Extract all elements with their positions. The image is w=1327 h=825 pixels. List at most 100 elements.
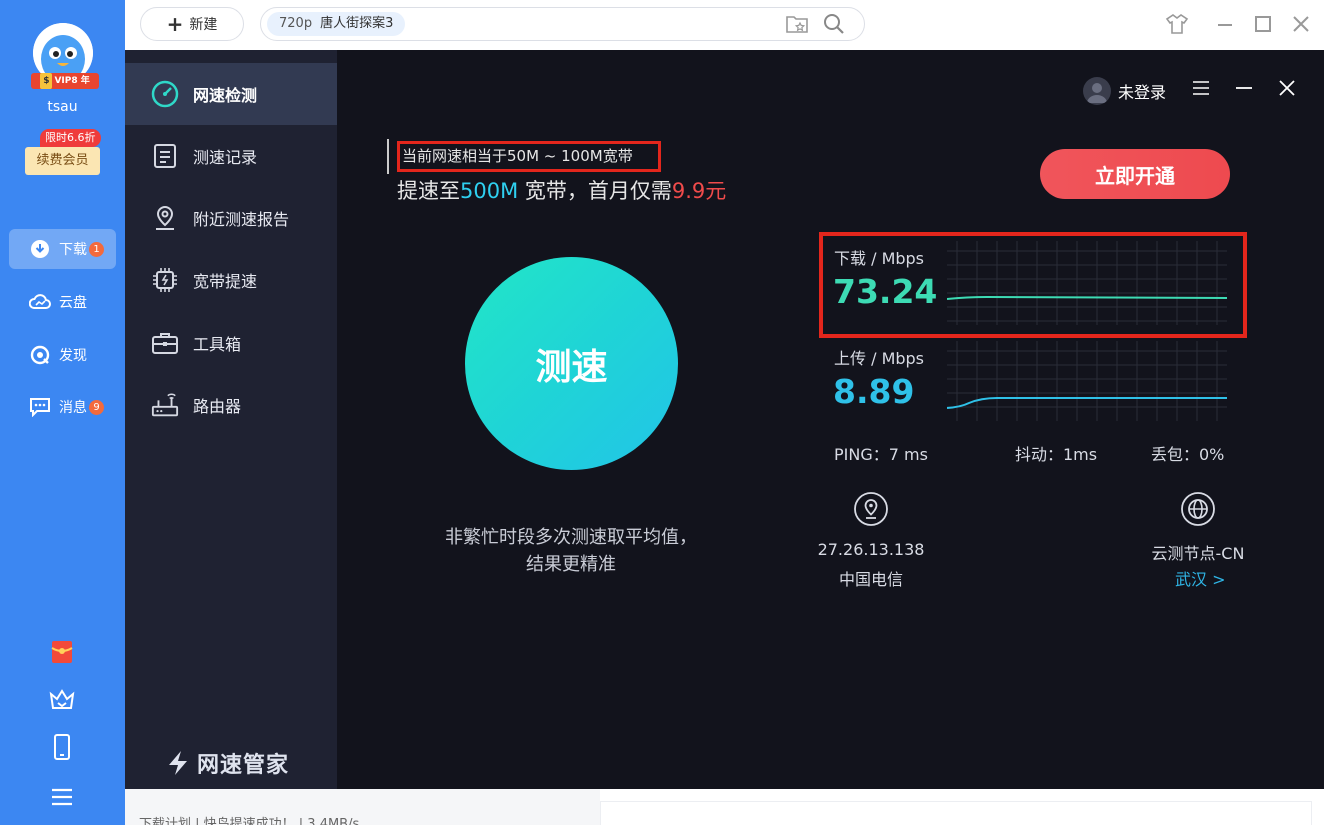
location-icon — [151, 204, 179, 232]
download-icon — [29, 238, 51, 260]
panel-minimize-icon[interactable] — [1232, 76, 1256, 100]
globe-icon — [1180, 491, 1216, 527]
minimize-icon[interactable] — [1213, 12, 1237, 36]
top-toolbar: + 新建 720p 唐人街探案3 — [125, 0, 1327, 50]
download-label: 下载 / Mbps — [834, 249, 925, 268]
ping-stat: PING：7 ms — [834, 445, 928, 464]
location-pin-icon — [853, 491, 889, 527]
upload-speed-chart — [947, 341, 1227, 421]
panel-menu-icon[interactable] — [1189, 76, 1213, 100]
promo-speed: 500M — [460, 179, 519, 203]
jitter-stat: 抖动：1ms — [1015, 445, 1098, 464]
toolbox-icon — [151, 329, 179, 357]
record-icon — [151, 142, 179, 170]
folder-star-icon[interactable] — [785, 12, 809, 36]
ip-address: 27.26.13.138 — [817, 540, 925, 559]
menu-speed-test-label: 网速检测 — [193, 86, 258, 105]
nav-discover-label: 发现 — [59, 348, 87, 364]
nav-discover[interactable]: 发现 — [9, 335, 116, 375]
search-input[interactable]: 720p 唐人街探案3 — [260, 7, 865, 41]
router-icon — [151, 391, 179, 419]
menu-broadband-boost[interactable]: 宽带提速 — [125, 249, 337, 311]
download-status-text: 下载计划 | 快鸟提速成功！ | 3.4MB/s — [139, 817, 360, 825]
brand-lightning-icon — [169, 751, 187, 775]
download-list-area: 下载计划 | 快鸟提速成功！ | 3.4MB/s — [125, 789, 1327, 825]
upgrade-promo-text: 提速至500M 宽带，首月仅需9.9元 — [397, 175, 726, 205]
nav-download-label: 下载 — [59, 242, 87, 258]
upload-chart-grid — [947, 341, 1227, 421]
test-hint-text: 非繁忙时段多次测速取平均值，结果更精准 — [445, 527, 697, 575]
menu-toolbox-label: 工具箱 — [193, 335, 242, 354]
promo-prefix: 提速至 — [397, 179, 460, 203]
phone-icon[interactable] — [48, 733, 76, 761]
skin-icon[interactable] — [1165, 12, 1189, 36]
account-status[interactable]: 未登录 — [1083, 77, 1166, 105]
app-sidebar: $ VIP8 年 tsau 限时6.6折 续费会员 下载 1 云盘 发现 消息 9 — [0, 0, 125, 825]
nav-download[interactable]: 下载 1 — [9, 229, 116, 269]
start-speed-test-button[interactable]: 测速 — [465, 257, 678, 470]
username: tsau — [47, 99, 78, 115]
menu-nearby-report[interactable]: 附近测速报告 — [125, 187, 337, 249]
menu-speed-records[interactable]: 测速记录 — [125, 125, 337, 187]
user-avatar-placeholder-icon — [1083, 77, 1111, 105]
menu-toolbox[interactable]: 工具箱 — [125, 312, 337, 374]
panel-close-icon[interactable] — [1275, 76, 1299, 100]
menu-icon[interactable] — [48, 783, 76, 811]
crown-icon[interactable] — [48, 685, 76, 713]
download-count-badge: 1 — [89, 241, 104, 257]
isp-name: 中国电信 — [838, 570, 903, 589]
download-speed-line — [947, 295, 1227, 300]
discount-tag: 限时6.6折 — [40, 129, 101, 147]
new-task-label: 新建 — [189, 17, 218, 33]
brand-name: 网速管家 — [197, 753, 290, 778]
menu-speed-test[interactable]: 网速检测 — [125, 63, 337, 125]
test-node-name: 云测节点-CN — [1151, 544, 1245, 563]
message-count-badge: 9 — [89, 399, 104, 415]
nav-cloud-label: 云盘 — [59, 295, 87, 311]
upload-label: 上传 / Mbps — [834, 349, 925, 368]
plus-icon: + — [166, 12, 184, 36]
download-chart-grid — [947, 241, 1227, 325]
red-envelope-icon[interactable] — [48, 638, 76, 666]
test-node-city-link[interactable]: 武汉 > — [1175, 566, 1226, 590]
vip-s-icon: $ — [40, 73, 53, 89]
promo-mid: 宽带，首月仅需 — [524, 179, 672, 203]
upload-speed-value: 8.89 — [833, 372, 915, 411]
nav-cloud[interactable]: 云盘 — [9, 282, 116, 322]
new-task-button[interactable]: + 新建 — [140, 7, 244, 41]
search-suggestion-chip[interactable]: 720p 唐人街探案3 — [267, 12, 406, 36]
detail-pane — [600, 801, 1312, 825]
renew-membership-button[interactable]: 续费会员 — [25, 147, 100, 175]
speedometer-icon — [151, 80, 179, 108]
speed-test-panel: 网速检测 测速记录 附近测速报告 宽带提速 工具箱 路由器 网速管家 未登录 当… — [125, 50, 1324, 789]
packet-loss-stat: 丢包：0% — [1151, 445, 1225, 464]
menu-speed-records-label: 测速记录 — [193, 148, 258, 167]
speed-panel-menu: 网速检测 测速记录 附近测速报告 宽带提速 工具箱 路由器 网速管家 — [125, 50, 337, 789]
vip-year: 年 — [80, 76, 90, 86]
vip-badge: $ VIP8 年 — [31, 73, 99, 89]
search-query-text: 唐人街探案3 — [320, 16, 394, 31]
vip-level: VIP8 — [54, 76, 78, 86]
menu-router[interactable]: 路由器 — [125, 374, 337, 436]
nav-message-label: 消息 — [59, 400, 87, 416]
bandwidth-equivalent-text: 当前网速相当于50M ~ 100M宽带 — [397, 141, 661, 172]
cloud-icon — [29, 291, 51, 313]
search-icon[interactable] — [822, 12, 846, 36]
download-speed-chart — [947, 241, 1227, 325]
close-icon[interactable] — [1289, 12, 1313, 36]
nav-message[interactable]: 消息 9 — [9, 387, 116, 427]
chip-icon — [151, 266, 179, 294]
menu-nearby-report-label: 附近测速报告 — [193, 210, 290, 229]
login-status-label: 未登录 — [1118, 83, 1167, 102]
menu-router-label: 路由器 — [193, 397, 242, 416]
promo-price: 9.9元 — [671, 179, 727, 203]
download-status-bar: 下载计划 | 快鸟提速成功！ | 3.4MB/s — [125, 789, 600, 825]
brand-logo: 网速管家 — [165, 747, 289, 779]
maximize-icon[interactable] — [1251, 12, 1275, 36]
discover-icon — [29, 344, 51, 366]
text-cursor-mark — [387, 139, 389, 174]
download-speed-value: 73.24 — [833, 272, 938, 311]
activate-now-button[interactable]: 立即开通 — [1040, 149, 1230, 199]
menu-broadband-boost-label: 宽带提速 — [193, 272, 258, 291]
message-icon — [29, 396, 51, 418]
